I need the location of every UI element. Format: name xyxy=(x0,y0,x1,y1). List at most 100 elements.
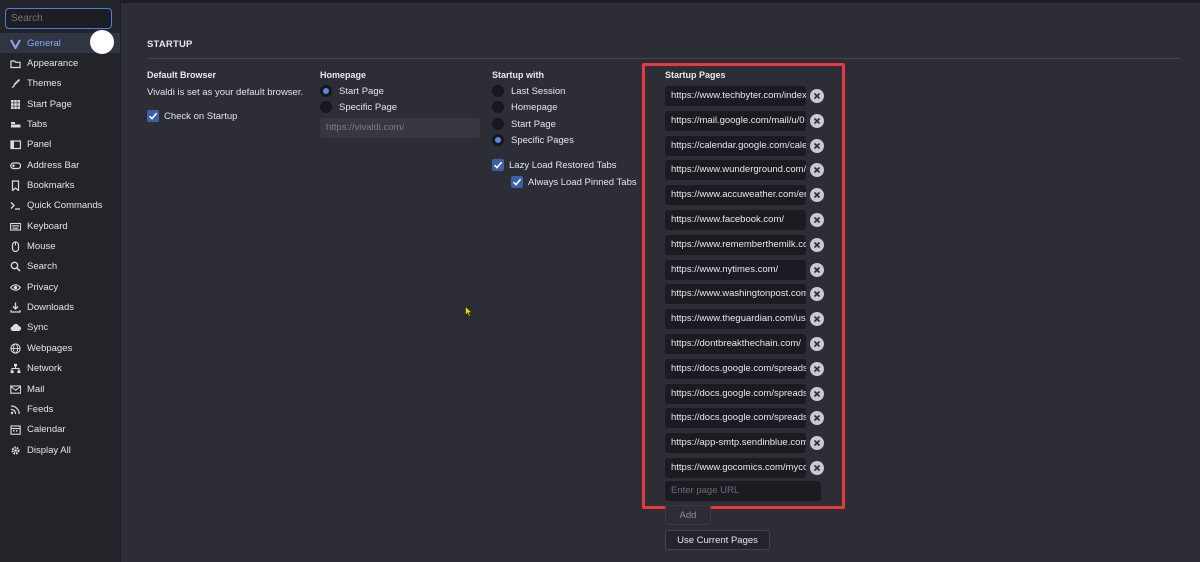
startup-page-url-field[interactable]: https://docs.google.com/spreadsheets xyxy=(665,408,806,429)
startup-page-url-field[interactable]: https://app-smtp.sendinblue.com/ xyxy=(665,433,806,454)
startup-page-url-field[interactable]: https://docs.google.com/spreadsheets xyxy=(665,358,806,379)
keyboard-icon xyxy=(9,220,21,232)
startup-option-specific-pages[interactable]: Specific Pages xyxy=(492,134,574,146)
close-icon xyxy=(813,316,821,323)
close-icon xyxy=(813,390,821,397)
remove-page-button[interactable] xyxy=(810,337,824,351)
sidebar-item-label: Display All xyxy=(27,444,71,456)
startup-option-label: Homepage xyxy=(511,101,558,113)
sidebar-item-bookmarks[interactable]: Bookmarks xyxy=(0,175,120,195)
close-icon xyxy=(813,117,821,124)
remove-page-button[interactable] xyxy=(810,411,824,426)
close-icon xyxy=(813,415,821,422)
sidebar-item-downloads[interactable]: Downloads xyxy=(0,297,120,317)
startup-option-last-session[interactable]: Last Session xyxy=(492,85,565,97)
sidebar-item-mail[interactable]: Mail xyxy=(0,379,120,399)
startup-page-url-field[interactable]: https://docs.google.com/spreadsheets xyxy=(665,383,806,404)
startup-page-url-field[interactable]: https://www.washingtonpost.com/ xyxy=(665,284,806,305)
remove-page-button[interactable] xyxy=(810,361,824,376)
remove-page-button[interactable] xyxy=(810,113,824,128)
rss-icon xyxy=(9,403,21,415)
startup-page-url-field[interactable]: https://www.techbyter.com/index xyxy=(665,86,806,106)
startup-option-label: Specific Pages xyxy=(511,134,574,146)
homepage-url-input[interactable]: https://vivaldi.com/ xyxy=(320,118,480,138)
sidebar-item-address-bar[interactable]: Address Bar xyxy=(0,155,120,175)
remove-page-button[interactable] xyxy=(810,89,824,103)
cloud-icon xyxy=(9,322,21,334)
startup-option-homepage[interactable]: Homepage xyxy=(492,101,557,113)
startup-page-url-field[interactable]: https://www.facebook.com/ xyxy=(665,210,806,230)
startup-option-label: Start Page xyxy=(511,118,556,130)
homepage-option-specific-page[interactable]: Specific Page xyxy=(320,101,397,113)
sidebar-item-feeds[interactable]: Feeds xyxy=(0,399,120,419)
mail-icon xyxy=(9,383,21,395)
section-title: STARTUP xyxy=(147,39,193,50)
sidebar-item-search[interactable]: Search xyxy=(0,257,120,277)
sidebar-item-calendar[interactable]: Calendar xyxy=(0,420,120,440)
sidebar-item-webpages[interactable]: Webpages xyxy=(0,338,120,358)
sidebar-item-appearance[interactable]: Appearance xyxy=(0,53,120,73)
remove-page-button[interactable] xyxy=(810,386,824,401)
remove-page-button[interactable] xyxy=(810,163,824,178)
check-on-startup-checkbox[interactable]: Check on Startup xyxy=(147,110,237,122)
remove-page-button[interactable] xyxy=(810,461,824,475)
touch-cursor-indicator xyxy=(90,30,114,54)
remove-page-button[interactable] xyxy=(810,237,824,252)
startup-page-url-field[interactable]: https://dontbreakthechain.com/ xyxy=(665,334,806,354)
checkmark-icon xyxy=(147,110,159,122)
sidebar-item-label: Tabs xyxy=(27,119,48,131)
close-icon xyxy=(813,167,821,174)
sidebar-item-privacy[interactable]: Privacy xyxy=(0,277,120,297)
startup-option-start-page[interactable]: Start Page xyxy=(492,118,556,130)
always-load-pinned-checkbox[interactable]: Always Load Pinned Tabs xyxy=(511,176,637,188)
calendar-icon xyxy=(9,424,21,436)
checkmark-icon xyxy=(492,159,504,171)
remove-page-button[interactable] xyxy=(810,436,824,451)
settings-search-input[interactable] xyxy=(5,8,112,29)
homepage-title: Homepage xyxy=(320,70,367,80)
remove-page-button[interactable] xyxy=(810,138,824,153)
sidebar-item-display-all[interactable]: Display All xyxy=(0,440,120,460)
new-page-url-input[interactable]: Enter page URL xyxy=(665,481,821,501)
remove-page-button[interactable] xyxy=(810,213,824,227)
lazy-load-checkbox[interactable]: Lazy Load Restored Tabs xyxy=(492,159,617,171)
startup-page-url-field[interactable]: https://www.gocomics.com/mycomics xyxy=(665,458,806,478)
use-current-pages-button[interactable]: Use Current Pages xyxy=(665,530,770,550)
remove-page-button[interactable] xyxy=(810,287,824,302)
check-on-startup-label: Check on Startup xyxy=(164,110,238,122)
sidebar-item-keyboard[interactable]: Keyboard xyxy=(0,216,120,236)
sidebar-item-panel[interactable]: Panel xyxy=(0,135,120,155)
remove-page-button[interactable] xyxy=(810,262,824,277)
startup-page-url-field[interactable]: https://www.accuweather.com/en xyxy=(665,185,806,206)
sidebar-item-label: Themes xyxy=(27,78,62,90)
quick-commands-icon xyxy=(9,200,21,212)
radio-selected-icon xyxy=(492,134,504,146)
search-icon xyxy=(9,261,21,273)
startup-page-url-field[interactable]: https://www.nytimes.com/ xyxy=(665,259,806,280)
close-icon xyxy=(813,291,821,298)
sidebar-item-mouse[interactable]: Mouse xyxy=(0,236,120,256)
startup-page-url-field[interactable]: https://www.theguardian.com/us xyxy=(665,309,806,330)
remove-page-button[interactable] xyxy=(810,188,824,203)
sidebar-item-tabs[interactable]: Tabs xyxy=(0,114,120,134)
bookmark-icon xyxy=(9,180,21,192)
add-page-button[interactable]: Add xyxy=(665,505,711,525)
sidebar-item-label: Downloads xyxy=(27,302,74,314)
close-icon xyxy=(813,142,821,149)
settings-nav: General Appearance Themes Start Page Tabs Pan… xyxy=(0,33,120,460)
default-browser-status: Vivaldi is set as your default browser. xyxy=(147,87,304,98)
startup-page-url-field[interactable]: https://www.wunderground.com/ xyxy=(665,160,806,181)
settings-content: STARTUP Default Browser Vivaldi is set a… xyxy=(121,3,1200,562)
remove-page-button[interactable] xyxy=(810,312,824,327)
startup-page-url-field[interactable]: https://mail.google.com/mail/u/0 xyxy=(665,110,806,131)
sidebar-item-start-page[interactable]: Start Page xyxy=(0,94,120,114)
sidebar-item-themes[interactable]: Themes xyxy=(0,74,120,94)
homepage-option-label: Start Page xyxy=(339,85,384,97)
homepage-option-start-page[interactable]: Start Page xyxy=(320,85,384,97)
gear-icon xyxy=(9,444,21,456)
sidebar-item-sync[interactable]: Sync xyxy=(0,318,120,338)
startup-page-url-field[interactable]: https://www.rememberthemilk.com/ xyxy=(665,234,806,255)
sidebar-item-network[interactable]: Network xyxy=(0,359,120,379)
startup-page-url-field[interactable]: https://calendar.google.com/calendar xyxy=(665,135,806,156)
sidebar-item-quick-commands[interactable]: Quick Commands xyxy=(0,196,120,216)
